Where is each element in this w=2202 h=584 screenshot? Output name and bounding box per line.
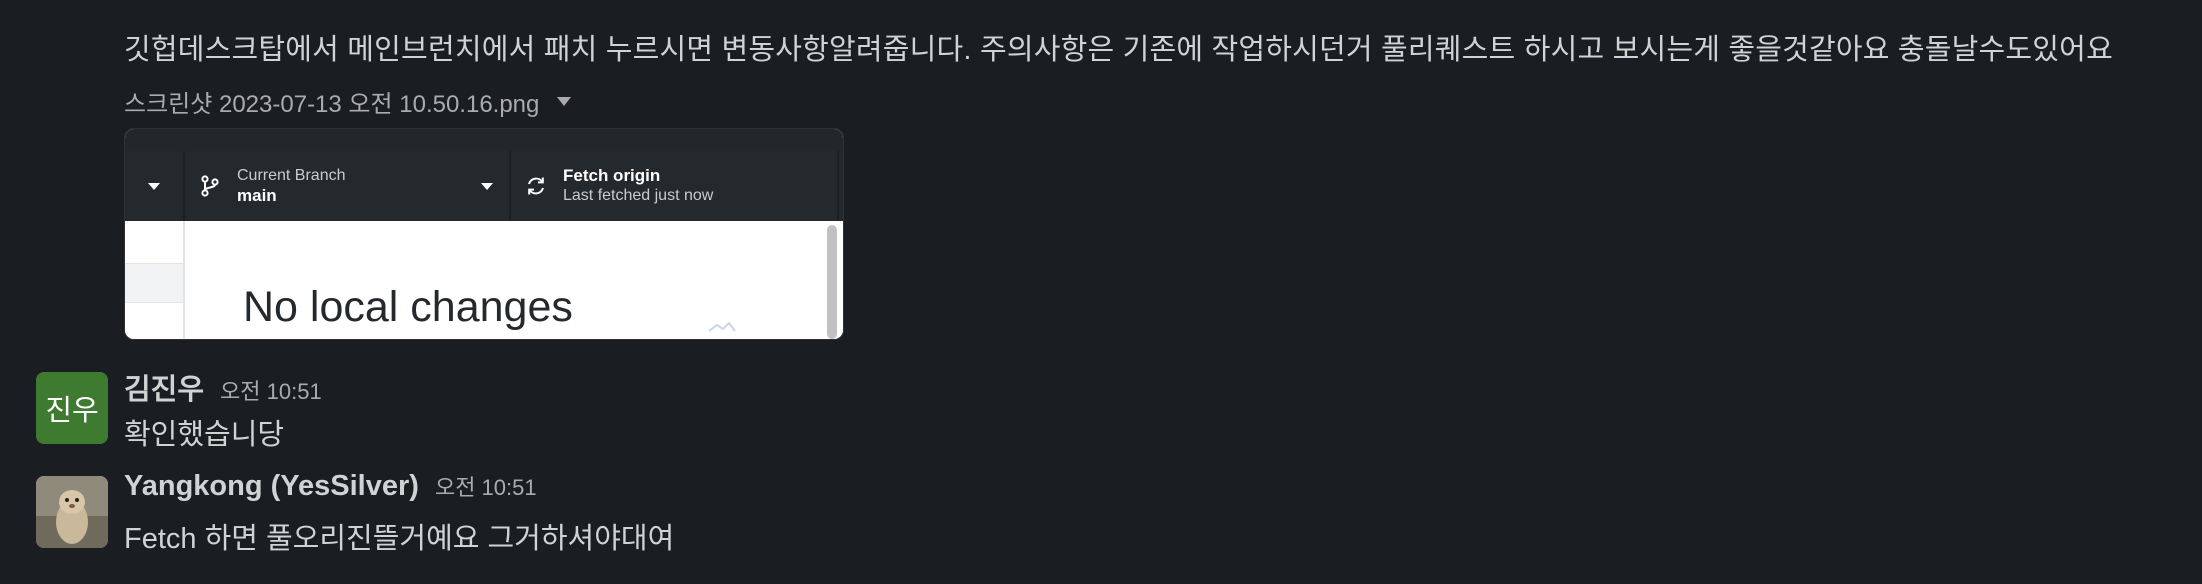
avatar[interactable]: [36, 476, 108, 548]
scrollbar: [827, 225, 837, 339]
avatar-photo: [36, 476, 108, 548]
branch-value: main: [237, 186, 277, 205]
message-pane: 깃헙데스크탑에서 메인브런치에서 패치 누르시면 변동사항알려줍니다. 주의사항…: [0, 0, 2202, 584]
sidebar-row: [125, 263, 183, 303]
empty-state-text: No local changes: [243, 283, 573, 331]
image-attachment[interactable]: Current Branch main Fetch origin Last fe…: [124, 128, 844, 340]
branch-icon: [199, 175, 221, 197]
chevron-down-icon: [481, 183, 493, 190]
chevron-down-icon[interactable]: [557, 97, 572, 106]
timestamp[interactable]: 오전 10:51: [435, 470, 537, 502]
message-text: 확인했습니당: [124, 419, 285, 451]
fetch-status: Last fetched just now: [563, 187, 714, 204]
current-branch-selector: Current Branch main: [185, 151, 511, 221]
message-text: Fetch 하면 풀오리진뜰거예요 그거하셔야대여: [124, 523, 675, 555]
message-text: 깃헙데스크탑에서 메인브런치에서 패치 누르시면 변동사항알려줍니다. 주의사항…: [124, 34, 2113, 66]
github-desktop-toolbar: Current Branch main Fetch origin Last fe…: [125, 151, 843, 221]
fetch-label: Fetch origin: [563, 166, 661, 185]
author-name[interactable]: 김진우: [124, 366, 204, 408]
illustration-icon: [707, 319, 737, 339]
message-header: Yangkong (YesSilver) 오전 10:51: [124, 470, 537, 503]
changes-panel: No local changes: [125, 221, 843, 339]
sync-icon: [525, 175, 547, 197]
avatar[interactable]: 진우: [36, 372, 108, 444]
changes-sidebar: [125, 221, 185, 339]
fetch-origin-button: Fetch origin Last fetched just now: [511, 151, 839, 221]
window-titlebar: [125, 129, 843, 151]
chevron-down-icon: [148, 182, 160, 190]
repository-dropdown: [125, 151, 185, 221]
timestamp[interactable]: 오전 10:51: [220, 374, 322, 406]
author-name[interactable]: Yangkong (YesSilver): [124, 470, 419, 503]
branch-label: Current Branch: [237, 167, 346, 184]
message-header: 김진우 오전 10:51: [124, 366, 322, 408]
file-name[interactable]: 스크린샷 2023-07-13 오전 10.50.16.png: [124, 84, 539, 119]
file-attachment-header[interactable]: 스크린샷 2023-07-13 오전 10.50.16.png: [124, 84, 572, 119]
avatar-initials: 진우: [45, 395, 99, 427]
